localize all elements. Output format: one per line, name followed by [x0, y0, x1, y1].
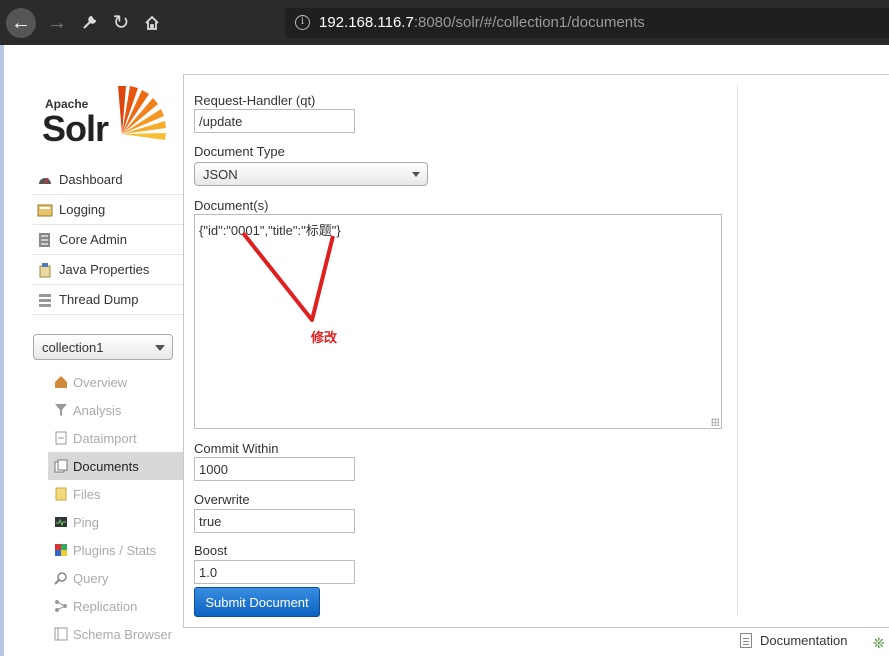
core-menu-label: Plugins / Stats: [73, 542, 157, 558]
core-menu-label: Ping: [73, 514, 100, 530]
overview-icon: [54, 375, 68, 389]
core-menu-item-query[interactable]: Query: [48, 564, 183, 592]
core-menu-label: Analysis: [73, 402, 122, 418]
url-text: 192.168.116.7:8080/solr/#/collection1/do…: [319, 14, 645, 31]
bug-icon[interactable]: ❊: [873, 635, 885, 652]
panel-divider: [737, 85, 738, 615]
overwrite-input[interactable]: [194, 509, 355, 533]
ping-icon: [54, 515, 68, 529]
plugins-icon: [54, 543, 68, 557]
core-menu-label: Dataimport: [73, 430, 137, 446]
back-arrow-icon[interactable]: ←: [6, 8, 36, 38]
sidebar-item-label: Logging: [59, 202, 106, 217]
commit-within-label: Commit Within: [194, 441, 279, 456]
chevron-down-icon: [412, 172, 420, 177]
url-host: 192.168.116.7: [319, 14, 414, 31]
java-properties-icon: [37, 262, 53, 278]
wrench-icon[interactable]: [74, 8, 104, 38]
document-type-label: Document Type: [194, 144, 285, 159]
core-menu-label: Documents: [73, 458, 139, 474]
dataimport-icon: [54, 431, 68, 445]
thread-dump-icon: [37, 292, 53, 308]
browser-toolbar: ← → ↻ i 192.168.116.7:8080/solr/#/collec…: [0, 0, 889, 45]
url-path: :8080/solr/#/collection1/documents: [413, 14, 645, 31]
core-menu-item-schema-browser[interactable]: Schema Browser: [48, 620, 183, 648]
chevron-down-icon: [155, 345, 165, 351]
replication-icon: [54, 599, 68, 613]
core-menu-item-overview[interactable]: Overview: [48, 368, 183, 396]
logo-solr-text: Solr: [42, 108, 109, 149]
boost-label: Boost: [194, 543, 228, 558]
core-menu-label: Files: [73, 486, 101, 502]
core-menu: Overview Analysis Dataimport Documents F…: [48, 368, 183, 648]
sidebar-item-dashboard[interactable]: Dashboard: [33, 165, 183, 195]
document-type-value: JSON: [203, 167, 238, 182]
analysis-icon: [54, 403, 68, 417]
sidebar-item-core-admin[interactable]: Core Admin: [33, 225, 183, 255]
window-edge: [0, 45, 4, 656]
document-icon: [740, 633, 752, 648]
annotation-label: 修改: [311, 330, 338, 345]
query-icon: [54, 571, 68, 585]
documents-text: {"id":"0001","title":"标题"}: [199, 223, 341, 238]
core-menu-item-documents[interactable]: Documents: [48, 452, 183, 480]
sidebar-item-java-properties[interactable]: Java Properties: [33, 255, 183, 285]
core-menu-label: Schema Browser: [73, 626, 172, 642]
home-icon[interactable]: [137, 8, 167, 38]
sidebar-item-logging[interactable]: Logging: [33, 195, 183, 225]
sidebar-nav: Dashboard Logging Core Admin Java Proper…: [33, 165, 183, 315]
address-bar[interactable]: i 192.168.116.7:8080/solr/#/collection1/…: [285, 8, 889, 38]
resize-handle-icon[interactable]: [711, 418, 719, 426]
site-info-icon[interactable]: i: [295, 15, 310, 30]
forward-arrow-icon[interactable]: →: [42, 8, 72, 38]
overwrite-label: Overwrite: [194, 492, 250, 507]
core-menu-item-ping[interactable]: Ping: [48, 508, 183, 536]
commit-within-input[interactable]: [194, 457, 355, 481]
sidebar-item-label: Thread Dump: [59, 292, 139, 307]
request-handler-label: Request-Handler (qt): [194, 93, 316, 108]
core-selector[interactable]: collection1: [33, 334, 173, 360]
logging-icon: [37, 202, 53, 218]
files-icon: [54, 487, 68, 501]
core-menu-item-dataimport[interactable]: Dataimport: [48, 424, 183, 452]
core-menu-label: Overview: [73, 374, 128, 390]
document-type-select[interactable]: JSON: [194, 162, 428, 186]
core-menu-item-replication[interactable]: Replication: [48, 592, 183, 620]
documentation-link[interactable]: Documentation: [740, 633, 847, 648]
solr-logo[interactable]: Apache Solr: [42, 80, 172, 149]
reload-icon[interactable]: ↻: [106, 8, 136, 38]
sidebar-item-label: Core Admin: [59, 232, 127, 247]
solr-sun-icon: [118, 86, 166, 140]
core-menu-item-files[interactable]: Files: [48, 480, 183, 508]
core-menu-item-plugins-stats[interactable]: Plugins / Stats: [48, 536, 183, 564]
documents-label: Document(s): [194, 198, 269, 213]
sidebar-item-thread-dump[interactable]: Thread Dump: [33, 285, 183, 315]
dashboard-icon: [37, 172, 53, 188]
boost-input[interactable]: [194, 560, 355, 584]
submit-document-button[interactable]: Submit Document: [194, 587, 320, 617]
documents-icon: [54, 459, 68, 473]
core-menu-item-analysis[interactable]: Analysis: [48, 396, 183, 424]
core-admin-icon: [37, 232, 53, 248]
core-menu-label: Replication: [73, 598, 138, 614]
sidebar-item-label: Dashboard: [59, 172, 123, 187]
core-selector-value: collection1: [42, 340, 104, 355]
sidebar-item-label: Java Properties: [59, 262, 150, 277]
request-handler-input[interactable]: [194, 109, 355, 133]
documentation-label: Documentation: [760, 633, 848, 648]
documents-textarea[interactable]: {"id":"0001","title":"标题"}: [194, 214, 722, 429]
schema-browser-icon: [54, 627, 68, 641]
core-menu-label: Query: [73, 570, 109, 586]
